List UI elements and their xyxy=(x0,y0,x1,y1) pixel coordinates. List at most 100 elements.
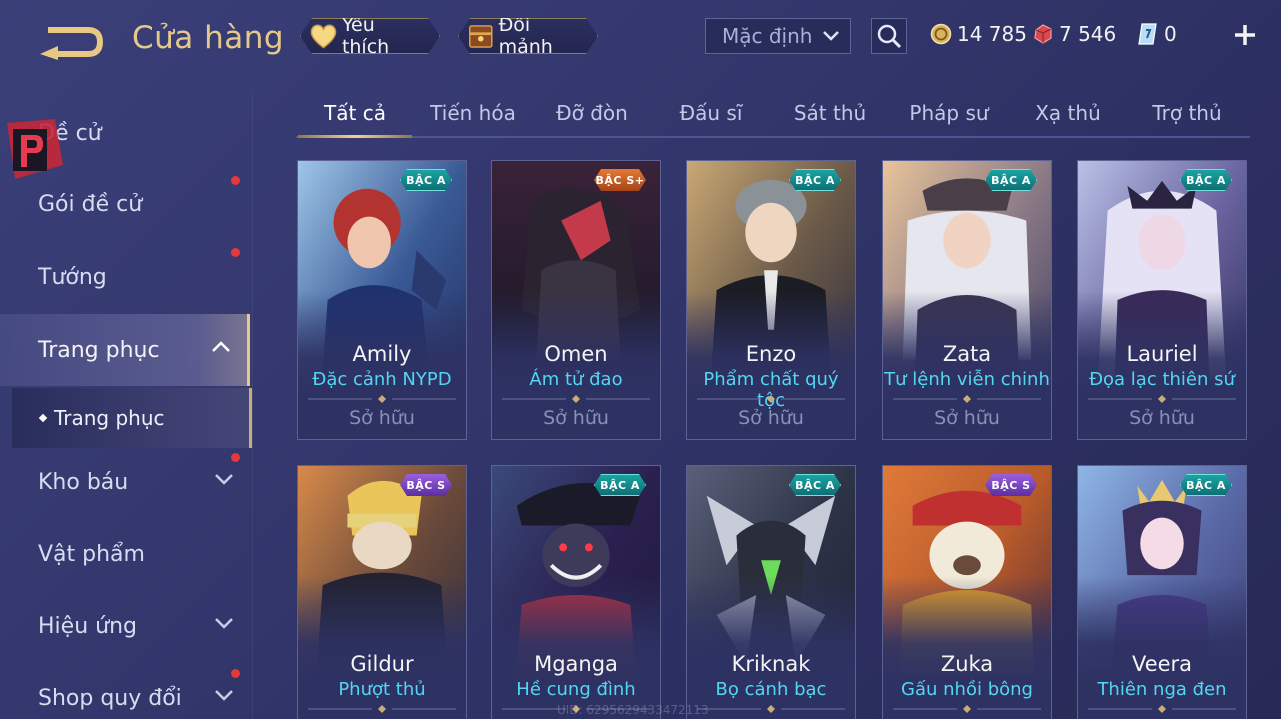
tab-warrior[interactable]: Đấu sĩ xyxy=(652,90,770,136)
skin-name: Đọa lạc thiên sứ xyxy=(1089,369,1235,390)
ruby-currency: 7 546 xyxy=(1032,20,1116,48)
card-divider xyxy=(1088,705,1236,713)
gold-currency: 14 785 xyxy=(930,20,1027,48)
chevron-down-icon xyxy=(215,690,233,701)
owned-status: Sở hữu xyxy=(349,407,415,429)
sort-selected-value: Mặc định xyxy=(722,24,813,48)
tier-badge: BẬC A xyxy=(400,169,452,191)
sidebar-item-effects[interactable]: Hiệu ứng xyxy=(0,590,250,662)
card-divider xyxy=(893,705,1041,713)
hero-name: Zata xyxy=(942,342,992,366)
skin-card[interactable]: BẬC S Gildur Phượt thủ xyxy=(297,465,467,719)
tier-badge: BẬC A xyxy=(789,474,841,496)
tab-label: Đỡ đòn xyxy=(556,101,628,125)
skin-card[interactable]: BẬC S+ Omen Ám tử đao Sở hữu xyxy=(491,160,661,440)
sidebar-item-exchange-shop[interactable]: Shop quy đổi xyxy=(0,662,250,719)
tab-label: Pháp sư xyxy=(909,101,989,125)
voucher-currency: 0 xyxy=(1137,20,1177,48)
skin-card[interactable]: BẬC A Mganga Hề cung đình xyxy=(491,465,661,719)
tab-label: Tiến hóa xyxy=(430,101,516,125)
tier-badge: BẬC A xyxy=(1180,474,1232,496)
skin-name: Phẩm chất quý tộc xyxy=(703,369,839,411)
skin-card[interactable]: BẬC S Zuka Gấu nhồi bông xyxy=(882,465,1052,719)
tab-label: Tất cả xyxy=(324,101,386,125)
card-divider xyxy=(697,395,845,403)
owned-status: Sở hữu xyxy=(738,407,804,429)
skin-name: Gấu nhồi bông xyxy=(901,679,1033,700)
ruby-amount: 7 546 xyxy=(1059,22,1117,46)
skin-name: Phượt thủ xyxy=(338,679,426,700)
card-divider xyxy=(502,395,650,403)
skin-name: Tư lệnh viễn chinh xyxy=(884,369,1050,390)
tier-badge: BẬC S xyxy=(400,474,452,496)
chevron-down-icon xyxy=(215,618,233,629)
ruby-gem-icon xyxy=(1034,24,1052,44)
favorite-button[interactable]: Yêu thích xyxy=(300,18,440,54)
tab-label: Sát thủ xyxy=(793,101,867,125)
tier-badge: BẬC S+ xyxy=(594,169,646,191)
skin-name: Bọ cánh bạc xyxy=(715,679,827,700)
card-divider xyxy=(308,395,456,403)
voucher-amount: 0 xyxy=(1164,22,1177,46)
hero-name: Amily xyxy=(352,342,412,366)
notification-dot xyxy=(231,248,240,257)
sidebar-item-label: Vật phẩm xyxy=(38,541,145,567)
notification-dot xyxy=(231,176,240,185)
sidebar-item-recommended-packs[interactable]: Gói đề cử xyxy=(0,168,250,240)
tab-support[interactable]: Trợ thủ xyxy=(1128,90,1246,136)
category-tabs: Tất cả Tiến hóa Đỡ đòn Đấu sĩ Sát thủ Ph… xyxy=(296,90,1250,138)
voucher-icon xyxy=(1138,23,1157,45)
sidebar-subitem-skins[interactable]: Trang phục xyxy=(12,388,252,448)
trade-label: Đổi mảnh xyxy=(498,14,553,58)
sidebar-item-label: Kho báu xyxy=(38,469,129,495)
skin-card[interactable]: BẬC A Zata Tư lệnh viễn chinh Sở hữu xyxy=(882,160,1052,440)
tier-badge: BẬC A xyxy=(985,169,1037,191)
tab-tank[interactable]: Đỡ đòn xyxy=(533,90,651,136)
skin-name: Ám tử đao xyxy=(529,369,623,390)
notification-dot xyxy=(231,669,240,678)
skin-card[interactable]: BẬC A Kriknak Bọ cánh bạc xyxy=(686,465,856,719)
sort-dropdown[interactable]: Mặc định xyxy=(705,18,851,54)
skin-card[interactable]: BẬC A Amily Đặc cảnh NYPD Sở hữu xyxy=(297,160,467,440)
plus-icon[interactable] xyxy=(1232,22,1258,48)
notification-dot xyxy=(231,453,240,462)
hero-name: Enzo xyxy=(745,342,797,366)
owned-status: Sở hữu xyxy=(543,407,609,429)
sidebar-item-heroes[interactable]: Tướng xyxy=(0,241,250,313)
sidebar-divider xyxy=(252,90,253,719)
hero-name: Veera xyxy=(1131,652,1193,676)
tab-marksman[interactable]: Xạ thủ xyxy=(1009,90,1127,136)
tab-label: Trợ thủ xyxy=(1152,101,1222,125)
trade-shards-button[interactable]: Đổi mảnh xyxy=(458,18,598,54)
tab-assassin[interactable]: Sát thủ xyxy=(771,90,889,136)
tab-all[interactable]: Tất cả xyxy=(296,90,414,138)
skin-card[interactable]: BẬC A Lauriel Đọa lạc thiên sứ Sở hữu xyxy=(1077,160,1247,440)
back-arrow-icon[interactable] xyxy=(36,20,106,60)
search-button[interactable] xyxy=(871,18,907,54)
card-divider xyxy=(893,395,1041,403)
owned-status: Sở hữu xyxy=(934,407,1000,429)
chevron-up-icon xyxy=(212,341,230,352)
skin-card[interactable]: BẬC A Enzo Phẩm chất quý tộc Sở hữu xyxy=(686,160,856,440)
sidebar-item-skins[interactable]: Trang phục xyxy=(0,314,250,386)
top-bar: Cửa hàng Yêu thích Đổi mảnh Mặc định 14 xyxy=(0,0,1281,78)
skin-name: Thiên nga đen xyxy=(1097,679,1227,700)
sidebar-item-treasure[interactable]: Kho báu xyxy=(0,446,250,518)
favorite-label: Yêu thích xyxy=(341,14,390,58)
tier-badge: BẬC S xyxy=(985,474,1037,496)
tab-mage[interactable]: Pháp sư xyxy=(890,90,1008,136)
tab-label: Đấu sĩ xyxy=(679,101,743,125)
treasure-chest-icon xyxy=(467,22,495,50)
hero-name: Zuka xyxy=(940,652,994,676)
tier-badge: BẬC A xyxy=(594,474,646,496)
owned-status: Sở hữu xyxy=(1129,407,1195,429)
card-divider xyxy=(1088,395,1236,403)
skin-name: Đặc cảnh NYPD xyxy=(312,369,452,390)
gold-amount: 14 785 xyxy=(957,22,1027,46)
tab-label: Xạ thủ xyxy=(1035,101,1101,125)
tier-badge: BẬC A xyxy=(1180,169,1232,191)
tab-evolution[interactable]: Tiến hóa xyxy=(414,90,532,136)
skin-card[interactable]: BẬC A Veera Thiên nga đen xyxy=(1077,465,1247,719)
hero-name: Mganga xyxy=(534,652,618,676)
sidebar-item-items[interactable]: Vật phẩm xyxy=(0,518,250,590)
